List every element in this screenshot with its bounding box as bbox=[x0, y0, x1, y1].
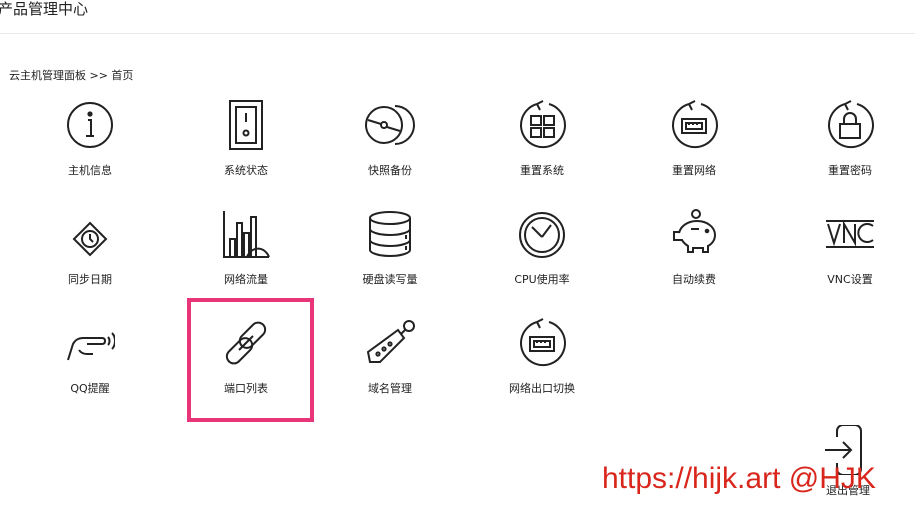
database-icon bbox=[365, 209, 415, 259]
header-divider bbox=[0, 33, 915, 34]
tile-label: 域名管理 bbox=[368, 382, 412, 395]
tile-label: 网络流量 bbox=[224, 273, 268, 286]
logout-button[interactable]: 退出管理 bbox=[815, 425, 881, 505]
tile-qq-reminder[interactable]: QQ提醒 bbox=[30, 318, 150, 418]
tile-label: QQ提醒 bbox=[70, 382, 110, 395]
tile-snapshot-backup[interactable]: 快照备份 bbox=[330, 100, 450, 200]
tile-label: 重置网络 bbox=[672, 164, 716, 177]
logout-icon bbox=[823, 425, 873, 475]
network-switch-icon bbox=[517, 318, 567, 368]
chain-link-icon bbox=[221, 318, 271, 368]
tile-disk-io[interactable]: 硬盘读写量 bbox=[330, 209, 450, 309]
tile-host-info[interactable]: 主机信息 bbox=[30, 100, 150, 200]
tile-reset-system[interactable]: 重置系统 bbox=[482, 100, 602, 200]
breadcrumb: 云主机管理面板 >> 首页 bbox=[9, 69, 134, 82]
tile-domain-management[interactable]: 域名管理 bbox=[330, 318, 450, 418]
tile-label: VNC设置 bbox=[827, 273, 873, 286]
price-tag-icon bbox=[365, 318, 415, 368]
tile-label: 自动续费 bbox=[672, 273, 716, 286]
piggy-bank-icon bbox=[669, 209, 719, 259]
tile-label: 硬盘读写量 bbox=[362, 273, 418, 286]
tile-label: 快照备份 bbox=[368, 164, 412, 177]
tile-label: 端口列表 bbox=[224, 382, 268, 395]
tile-auto-renew[interactable]: 自动续费 bbox=[634, 209, 754, 309]
tile-sync-date[interactable]: 同步日期 bbox=[30, 209, 150, 309]
tile-network-exit-switch[interactable]: 网络出口切换 bbox=[482, 318, 602, 418]
tile-label: 主机信息 bbox=[68, 164, 112, 177]
reset-windows-icon bbox=[517, 100, 567, 150]
tile-label: 重置密码 bbox=[828, 164, 872, 177]
tile-system-status[interactable]: 系统状态 bbox=[186, 100, 306, 200]
vnc-icon bbox=[825, 209, 875, 259]
tile-label: 网络出口切换 bbox=[509, 382, 575, 395]
tile-label: CPU使用率 bbox=[514, 273, 570, 286]
tile-reset-network[interactable]: 重置网络 bbox=[634, 100, 754, 200]
tile-port-list[interactable]: 端口列表 bbox=[186, 318, 306, 418]
hand-pointer-icon bbox=[65, 318, 115, 368]
page-title: 产品管理中心 bbox=[0, 0, 89, 18]
tile-cpu-usage[interactable]: CPU使用率 bbox=[482, 209, 602, 309]
sync-clock-icon bbox=[65, 209, 115, 259]
power-switch-icon bbox=[221, 100, 271, 150]
bar-chart-icon bbox=[221, 209, 271, 259]
reset-password-icon bbox=[825, 100, 875, 150]
reset-network-icon bbox=[669, 100, 719, 150]
tile-label: 重置系统 bbox=[520, 164, 564, 177]
disc-icon bbox=[365, 100, 415, 150]
tile-label: 系统状态 bbox=[224, 164, 268, 177]
info-icon bbox=[65, 100, 115, 150]
gauge-icon bbox=[517, 209, 567, 259]
tile-reset-password[interactable]: 重置密码 bbox=[790, 100, 910, 200]
tile-vnc-settings[interactable]: VNC设置 bbox=[790, 209, 910, 309]
tile-label: 同步日期 bbox=[68, 273, 112, 286]
logout-label: 退出管理 bbox=[826, 484, 870, 497]
tile-network-traffic[interactable]: 网络流量 bbox=[186, 209, 306, 309]
